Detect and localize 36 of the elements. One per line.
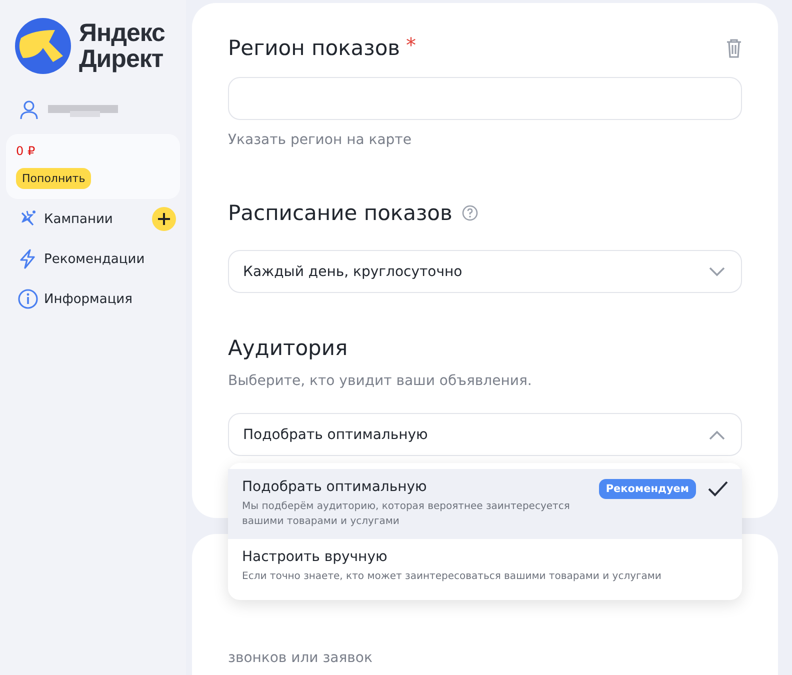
required-mark: * — [406, 33, 416, 57]
trash-icon[interactable] — [726, 38, 742, 58]
card-text: звонков или заявок — [228, 650, 374, 666]
balance-amount: 0 ₽ — [16, 144, 36, 158]
region-field[interactable] — [228, 77, 742, 120]
recommended-badge: Рекомендуем — [598, 479, 696, 499]
info-icon — [18, 289, 38, 309]
section-title: Регион показов — [228, 36, 400, 60]
top-up-button[interactable]: Пополнить — [16, 168, 92, 189]
map-link[interactable]: Указать регион на карте — [228, 132, 742, 148]
chevron-icon — [709, 266, 725, 276]
menu-option[interactable]: Подобрать оптимальную Мы подберём аудиторию, которая вероятнее заинтересуется вашими товарами и услугами Рекомендуем — [228, 469, 742, 539]
section-description: Выберите, кто увидит ваши объявления. — [228, 373, 533, 389]
section-title: Расписание показов — [228, 201, 452, 225]
lightning-icon — [18, 249, 38, 269]
logo-text: Директ — [79, 46, 164, 72]
nav-item[interactable]: Рекомендации — [18, 249, 145, 269]
add-button[interactable] — [152, 207, 176, 231]
logo-text: Яндекс — [79, 20, 165, 46]
menu-option[interactable]: Настроить вручную Если точно знаете, кто может заинтересоваться вашими товарами и услугами — [228, 539, 742, 594]
nav-item[interactable]: Кампании — [18, 209, 113, 229]
user-icon — [20, 100, 38, 120]
logo-icon — [15, 18, 71, 74]
option-description: Мы подберём аудиторию, которая вероятнее заинтересуется вашими товарами и услугами — [242, 500, 571, 529]
audience-dropdown[interactable]: Подобрать оптимальную — [228, 413, 742, 456]
nav-item[interactable]: Информация — [18, 289, 132, 309]
plus-icon — [157, 212, 171, 226]
chevron-icon — [709, 430, 725, 440]
option-title: Подобрать оптимальную — [242, 479, 428, 495]
blurred-username-drawing — [48, 102, 120, 118]
schedule-dropdown[interactable]: Каждый день, круглосуточно — [228, 250, 742, 293]
section-title: Аудитория — [228, 336, 348, 360]
help-icon — [462, 205, 478, 221]
checkmark-icon — [708, 481, 728, 497]
option-title: Настроить вручную — [242, 549, 388, 565]
option-description: Если точно знаете, кто может заинтересоваться вашими товарами и услугами — [242, 570, 662, 584]
